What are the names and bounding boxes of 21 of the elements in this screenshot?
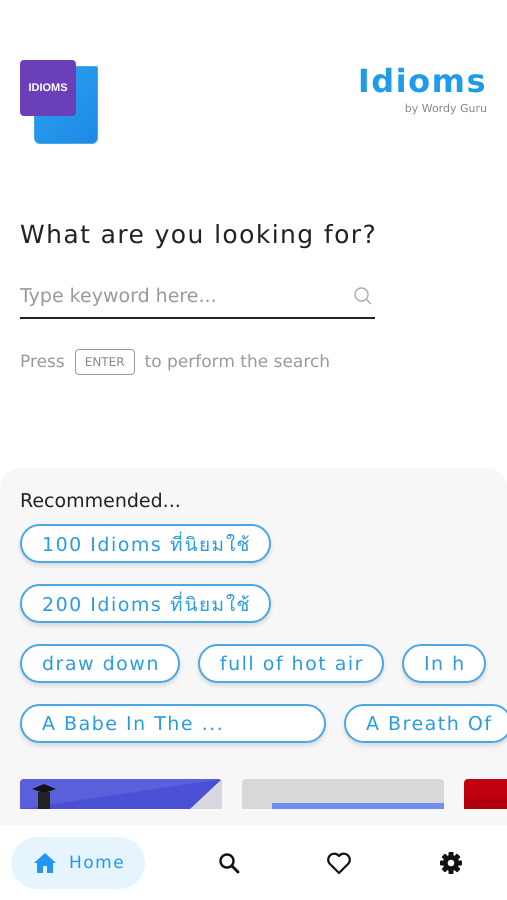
idiom-chip[interactable]: A Breath Of xyxy=(344,704,507,743)
hint-text: to perform the search xyxy=(144,352,330,372)
idiom-chip[interactable]: draw down xyxy=(20,644,180,683)
idiom-chip[interactable]: A Babe In The ... xyxy=(20,704,326,743)
home-tab[interactable]: Home xyxy=(11,837,146,889)
idiom-chip[interactable]: 200 Idioms ที่นิยมใช้ xyxy=(20,584,271,623)
heart-icon xyxy=(326,852,352,874)
idiom-chip[interactable]: full of hot air xyxy=(198,644,384,683)
section-title: Recommended... xyxy=(20,490,182,512)
search-heading: What are you looking for? xyxy=(20,220,378,249)
idiom-chip[interactable]: 100 Idioms ที่นิยมใช้ xyxy=(20,524,271,563)
search-field[interactable]: Type keyword here... xyxy=(20,275,375,319)
search-icon xyxy=(218,852,240,874)
home-icon xyxy=(33,852,57,874)
idiom-chip[interactable]: In h xyxy=(402,644,486,683)
hint-text: Press xyxy=(20,352,65,372)
enter-key: ENTER xyxy=(74,349,135,375)
app-subtitle: by Wordy Guru xyxy=(404,102,487,115)
settings-icon xyxy=(438,851,463,875)
logo-text: IDIOMS xyxy=(28,82,68,94)
app-title: Idioms xyxy=(358,62,487,100)
